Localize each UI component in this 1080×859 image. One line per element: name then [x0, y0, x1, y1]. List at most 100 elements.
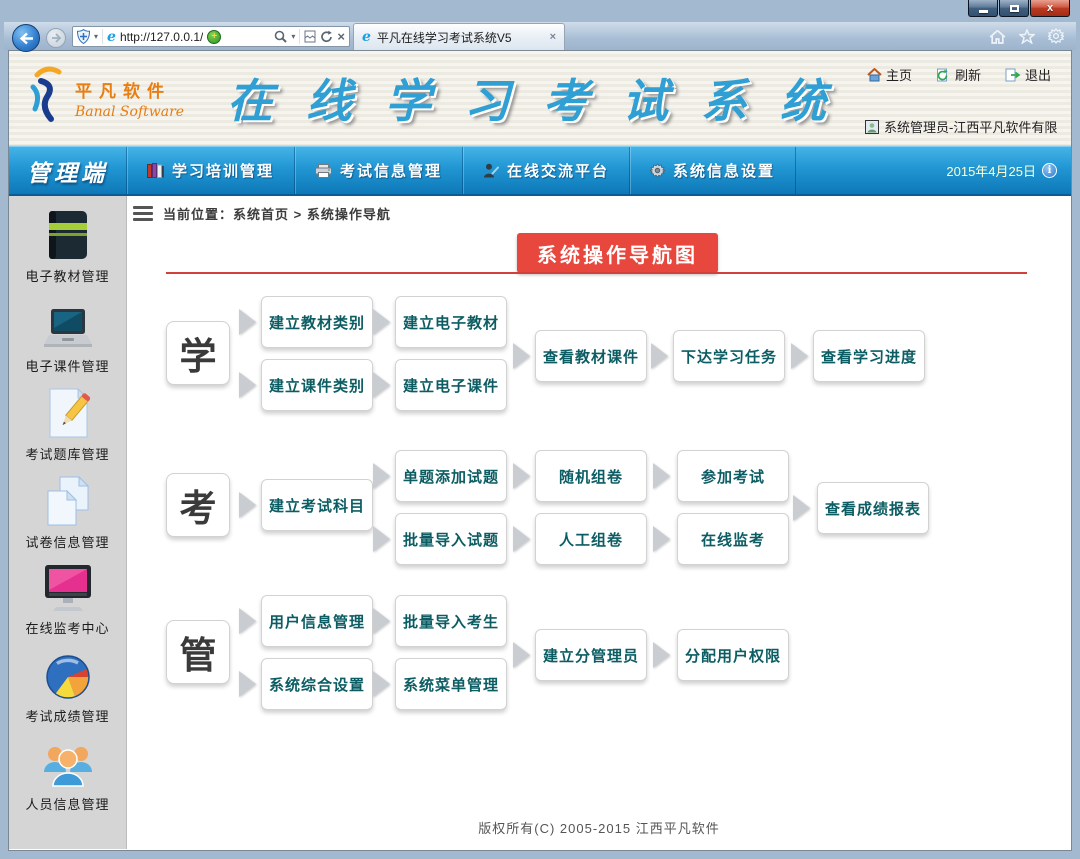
arrow-right-icon [653, 642, 670, 668]
sidebar-item-ebook-mgmt[interactable]: 电子教材管理 [9, 206, 126, 285]
flow-box[interactable]: 建立分管理员 [535, 629, 647, 681]
breadcrumb-text: 当前位置：系统首页 > 系统操作导航 [163, 204, 391, 223]
nav-item-system-settings[interactable]: 系统信息设置 [630, 147, 796, 194]
flow-box[interactable]: 建立电子课件 [395, 359, 507, 411]
monitor-icon [42, 564, 94, 612]
flow-box[interactable]: 随机组卷 [535, 450, 647, 502]
flow-box[interactable]: 分配用户权限 [677, 629, 789, 681]
flow-box[interactable]: 人工组卷 [535, 513, 647, 565]
flow-box[interactable]: 系统菜单管理 [395, 658, 507, 710]
favorites-star-icon[interactable] [1019, 29, 1035, 44]
stop-icon[interactable]: × [337, 29, 345, 44]
minimize-button[interactable] [968, 0, 998, 17]
flow-box[interactable]: 用户信息管理 [261, 595, 373, 647]
refresh-page-icon[interactable] [320, 30, 333, 43]
flow-box[interactable]: 建立教材类别 [261, 296, 373, 348]
arrow-right-icon [513, 526, 530, 552]
url-text[interactable]: http://127.0.0.1/ [120, 30, 203, 44]
arrow-right-icon [373, 671, 390, 697]
info-icon[interactable]: i [1042, 163, 1057, 178]
settings-gear-icon[interactable] [1048, 28, 1064, 44]
refresh-link[interactable]: 刷新 [936, 65, 981, 84]
home-link[interactable]: 主页 [867, 65, 912, 84]
divider-line [166, 272, 1027, 274]
flow-box[interactable]: 单题添加试题 [395, 450, 507, 502]
tab-close-icon[interactable]: × [550, 31, 556, 43]
back-button[interactable] [12, 24, 40, 52]
sidebar-item-label: 考试成绩管理 [9, 706, 126, 725]
refresh-icon [936, 68, 951, 82]
nav-item-study-training[interactable]: 学习培训管理 [127, 147, 295, 194]
nav-item-label: 在线交流平台 [507, 160, 609, 181]
flow-box[interactable]: 参加考试 [677, 450, 789, 502]
flow-box[interactable]: 批量导入试题 [395, 513, 507, 565]
arrow-right-icon [793, 495, 810, 521]
sidebar-item-score-mgmt[interactable]: 考试成绩管理 [9, 646, 126, 725]
plugin-icon[interactable]: + [207, 30, 221, 44]
menu-icon[interactable] [133, 206, 153, 221]
site-header: 平凡软件 Banal Software 在线学习考试系统 主页 刷新 退出 [9, 51, 1071, 146]
search-icon[interactable] [274, 30, 287, 43]
compatibility-view-icon[interactable] [304, 30, 316, 43]
flow-box[interactable]: 下达学习任务 [673, 330, 785, 382]
flow-box[interactable]: 在线监考 [677, 513, 789, 565]
admin-info: 系统管理员-江西平凡软件有限 [865, 117, 1073, 136]
browser-chrome: ▾ e http://127.0.0.1/ + ▾ × e 平凡在线学习考试系统… [4, 22, 1076, 50]
nav-item-exam-info[interactable]: 考试信息管理 [295, 147, 463, 194]
refresh-link-label: 刷新 [955, 65, 981, 84]
breadcrumb: 当前位置：系统首页 > 系统操作导航 [133, 204, 391, 223]
chevron-down-icon[interactable]: ▾ [94, 32, 98, 41]
browser-tab[interactable]: e 平凡在线学习考试系统V5 × [353, 23, 565, 50]
people-icon [42, 742, 94, 788]
sidebar-item-personnel-info[interactable]: 人员信息管理 [9, 734, 126, 813]
books-icon [147, 163, 164, 178]
flow-box[interactable]: 查看教材课件 [535, 330, 647, 382]
flow-box[interactable]: 建立电子教材 [395, 296, 507, 348]
flow-box[interactable]: 建立考试科目 [261, 479, 373, 531]
sidebar-item-label: 在线监考中心 [9, 618, 126, 637]
sidebar-item-question-bank[interactable]: 考试题库管理 [9, 384, 126, 463]
pie-chart-icon [44, 654, 92, 700]
arrow-right-icon [239, 671, 256, 697]
close-button[interactable]: x [1030, 0, 1070, 17]
home-icon [867, 68, 882, 82]
flow-box[interactable]: 系统综合设置 [261, 658, 373, 710]
sidebar-item-paper-info[interactable]: 试卷信息管理 [9, 472, 126, 551]
logo-figure-icon [25, 63, 67, 123]
forward-arrow-icon [51, 33, 62, 43]
sidebar-item-proctor-center[interactable]: 在线监考中心 [9, 558, 126, 637]
arrow-right-icon [651, 343, 668, 369]
sidebar-item-label: 电子课件管理 [9, 356, 126, 375]
page-title-banner: 系统操作导航图 [517, 233, 718, 273]
flow-section-exam: 考 [166, 473, 230, 537]
pencil-doc-icon [46, 388, 90, 438]
flow-box[interactable]: 批量导入考生 [395, 595, 507, 647]
sidebar-item-label: 试卷信息管理 [9, 532, 126, 551]
navbar-date: 2015年4月25日 i [946, 147, 1057, 194]
logout-link[interactable]: 退出 [1005, 65, 1051, 84]
nav-item-online-platform[interactable]: 在线交流平台 [463, 147, 630, 194]
shield-icon[interactable] [77, 29, 90, 44]
close-icon: x [1047, 2, 1053, 14]
site-title: 在线学习考试系统 [227, 65, 859, 131]
flow-box[interactable]: 查看成绩报表 [817, 482, 929, 534]
address-bar[interactable]: ▾ e http://127.0.0.1/ + ▾ × [72, 26, 350, 47]
ie-favicon: e [107, 30, 116, 44]
sidebar-item-courseware-mgmt[interactable]: 电子课件管理 [9, 296, 126, 375]
flow-box[interactable]: 建立课件类别 [261, 359, 373, 411]
home-icon[interactable] [989, 29, 1006, 44]
arrow-right-icon [653, 463, 670, 489]
copyright-footer: 版权所有(C) 2005-2015 江西平凡软件 [127, 818, 1071, 837]
maximize-button[interactable] [999, 0, 1029, 17]
home-link-label: 主页 [886, 65, 912, 84]
logout-icon [1005, 68, 1021, 82]
flow-box[interactable]: 查看学习进度 [813, 330, 925, 382]
arrow-right-icon [791, 343, 808, 369]
forward-button[interactable] [46, 28, 66, 48]
minimize-icon [979, 10, 988, 13]
logout-link-label: 退出 [1025, 65, 1051, 84]
nav-item-label: 系统信息设置 [673, 160, 775, 181]
search-dropdown-icon[interactable]: ▾ [291, 32, 295, 41]
arrow-right-icon [373, 463, 390, 489]
main-navbar: 管理端 学习培训管理 考试信息管理 在线交流平台 系统信息设置 2015年4月2… [9, 146, 1071, 196]
